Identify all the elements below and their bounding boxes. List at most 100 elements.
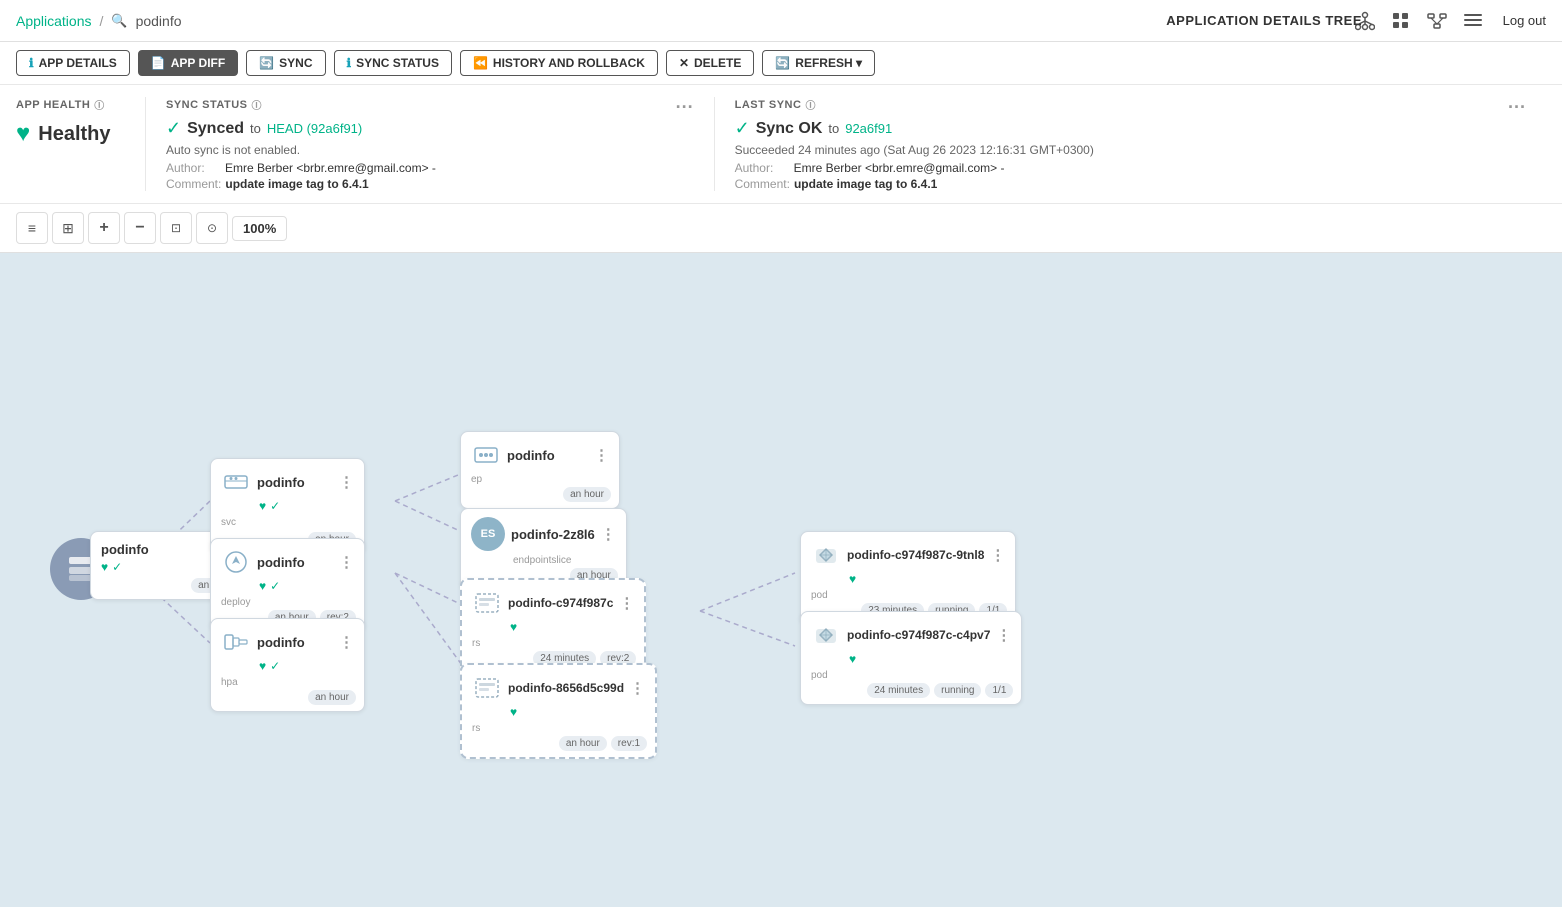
pod2-time: 24 minutes bbox=[867, 683, 930, 698]
ep-node[interactable]: podinfo ⋮ ep an hour bbox=[460, 431, 620, 509]
deploy-menu[interactable]: ⋮ bbox=[339, 553, 354, 571]
refresh-icon: 🔄 bbox=[775, 56, 790, 70]
last-sync-value: Sync OK bbox=[756, 120, 823, 138]
rs2-menu[interactable]: ⋮ bbox=[630, 679, 645, 697]
pod2-type: pod bbox=[811, 670, 828, 681]
rs1-type: rs bbox=[472, 638, 480, 649]
zoom-in-button[interactable]: + bbox=[88, 212, 120, 244]
rs1-menu[interactable]: ⋮ bbox=[619, 594, 634, 612]
sync-status-section: SYNC STATUS ⓘ ✓ Synced to HEAD (92a6f91)… bbox=[146, 97, 715, 191]
sync-value: Synced bbox=[187, 120, 244, 138]
breadcrumb-separator: / bbox=[100, 13, 104, 29]
sync-button[interactable]: 🔄 SYNC bbox=[246, 50, 325, 76]
pod1-menu[interactable]: ⋮ bbox=[990, 546, 1005, 564]
image-view-button[interactable]: ⊞ bbox=[52, 212, 84, 244]
svc-name: podinfo bbox=[257, 475, 333, 490]
rs1-node[interactable]: podinfo-c974f987c ⋮ ♥ rs 24 minutes rev:… bbox=[460, 578, 646, 674]
sync-status-button[interactable]: ℹ SYNC STATUS bbox=[334, 50, 452, 76]
svc-menu[interactable]: ⋮ bbox=[339, 473, 354, 491]
history-button[interactable]: ⏪ HISTORY AND ROLLBACK bbox=[460, 50, 658, 76]
list-view-button[interactable]: ≡ bbox=[16, 212, 48, 244]
last-sync-ok-icon: ✓ bbox=[735, 118, 750, 139]
pod2-ratio: 1/1 bbox=[985, 683, 1013, 698]
delete-icon: ✕ bbox=[679, 56, 689, 70]
rs2-rev: rev:1 bbox=[611, 736, 647, 751]
sync-to-text: to bbox=[250, 121, 261, 136]
breadcrumb-search-icon: 🔍 bbox=[111, 13, 127, 29]
delete-button[interactable]: ✕ DELETE bbox=[666, 50, 754, 76]
canvas-toolbar: ≡ ⊞ + − ⊡ ⊙ 100% bbox=[0, 204, 1562, 253]
sync-head-link[interactable]: HEAD (92a6f91) bbox=[267, 121, 362, 136]
last-sync-more[interactable]: ··· bbox=[1508, 97, 1526, 118]
ep-icon bbox=[471, 440, 501, 470]
logout-button[interactable]: Log out bbox=[1503, 13, 1546, 28]
hpa-name: podinfo bbox=[257, 635, 333, 650]
rs2-node[interactable]: podinfo-8656d5c99d ⋮ ♥ rs an hour rev:1 bbox=[460, 663, 657, 759]
health-value: Healthy bbox=[38, 123, 110, 146]
zoom-level: 100% bbox=[232, 216, 287, 241]
hpa-node[interactable]: podinfo ⋮ ♥ ✓ hpa an hour bbox=[210, 618, 365, 712]
last-sync-succeeded: Succeeded 24 minutes ago (Sat Aug 26 202… bbox=[735, 143, 1508, 157]
breadcrumb-current: podinfo bbox=[136, 13, 182, 29]
root-check: ✓ bbox=[112, 560, 122, 574]
es-avatar: ES bbox=[471, 517, 505, 551]
deploy-icon bbox=[221, 547, 251, 577]
app-health-label: APP HEALTH ⓘ bbox=[16, 97, 125, 112]
sync-status-more[interactable]: ··· bbox=[676, 97, 694, 118]
last-sync-commit-link[interactable]: 92a6f91 bbox=[845, 121, 892, 136]
zoom-out-button[interactable]: − bbox=[124, 212, 156, 244]
ep-menu[interactable]: ⋮ bbox=[594, 446, 609, 464]
last-sync-author-value: Emre Berber <brbr.emre@gmail.com> - bbox=[794, 161, 1005, 175]
last-sync-info-icon: ⓘ bbox=[805, 97, 816, 112]
rs2-time: an hour bbox=[559, 736, 607, 751]
pod2-menu[interactable]: ⋮ bbox=[996, 626, 1011, 644]
hpa-time: an hour bbox=[308, 690, 356, 705]
pod2-status: running bbox=[934, 683, 981, 698]
auto-sync-text: Auto sync is not enabled. bbox=[166, 143, 676, 157]
pod2-node[interactable]: podinfo-c974f987c-c4pv7 ⋮ ♥ pod 24 minut… bbox=[800, 611, 1022, 705]
pod1-icon bbox=[811, 540, 841, 570]
ep-time: an hour bbox=[563, 487, 611, 502]
last-sync-section: LAST SYNC ⓘ ✓ Sync OK to 92a6f91 Succeed… bbox=[715, 97, 1546, 191]
network-icon[interactable] bbox=[1423, 7, 1451, 35]
zoom-fit-button[interactable]: ⊡ bbox=[160, 212, 192, 244]
health-info-icon: ⓘ bbox=[94, 97, 105, 112]
sync-comment-label: Comment: bbox=[166, 177, 221, 191]
hpa-type: hpa bbox=[221, 677, 238, 688]
rs1-name: podinfo-c974f987c bbox=[508, 596, 613, 610]
hpa-menu[interactable]: ⋮ bbox=[339, 633, 354, 651]
list-icon[interactable] bbox=[1459, 7, 1487, 35]
last-sync-author-label: Author: bbox=[735, 161, 790, 175]
grid-icon[interactable] bbox=[1387, 7, 1415, 35]
header-title: APPLICATION DETAILS TREE bbox=[1166, 13, 1362, 28]
info-icon: ℹ bbox=[29, 56, 34, 70]
toolbar: ℹ APP DETAILS 📄 APP DIFF 🔄 SYNC ℹ SYNC S… bbox=[0, 42, 1562, 85]
endpointslice-name: podinfo-2z8l6 bbox=[511, 527, 595, 542]
sync-comment-value: update image tag to 6.4.1 bbox=[225, 177, 368, 191]
app-health-section: APP HEALTH ⓘ ♥ Healthy bbox=[16, 97, 146, 191]
app-diff-button[interactable]: 📄 APP DIFF bbox=[138, 50, 238, 76]
refresh-button[interactable]: 🔄 REFRESH ▾ bbox=[762, 50, 875, 76]
rs2-name: podinfo-8656d5c99d bbox=[508, 681, 624, 695]
canvas-area: podinfo ⋮ ♥ ✓ an hour podinfo ⋮ bbox=[0, 253, 1562, 907]
pod1-type: pod bbox=[811, 590, 828, 601]
last-sync-comment-label: Comment: bbox=[735, 177, 790, 191]
app-details-button[interactable]: ℹ APP DETAILS bbox=[16, 50, 130, 76]
diff-icon: 📄 bbox=[151, 56, 166, 70]
endpointslice-menu[interactable]: ⋮ bbox=[601, 525, 616, 543]
rs1-icon bbox=[472, 588, 502, 618]
deploy-name: podinfo bbox=[257, 555, 333, 570]
health-status: ♥ Healthy bbox=[16, 120, 125, 148]
zoom-reset-button[interactable]: ⊙ bbox=[196, 212, 228, 244]
sync-info-icon: ⓘ bbox=[252, 97, 263, 112]
sync-icon: 🔄 bbox=[259, 56, 274, 70]
endpointslice-type: endpointslice bbox=[513, 555, 571, 566]
header: Applications / 🔍 podinfo APPLICATION DET… bbox=[0, 0, 1562, 42]
status-bar: APP HEALTH ⓘ ♥ Healthy SYNC STATUS ⓘ ✓ S… bbox=[0, 85, 1562, 204]
rs2-icon bbox=[472, 673, 502, 703]
pod1-name: podinfo-c974f987c-9tnl8 bbox=[847, 548, 984, 562]
root-name: podinfo bbox=[101, 542, 149, 557]
sync-status-label: SYNC STATUS ⓘ bbox=[166, 97, 676, 112]
applications-link[interactable]: Applications bbox=[16, 13, 92, 29]
svc-icon bbox=[221, 467, 251, 497]
